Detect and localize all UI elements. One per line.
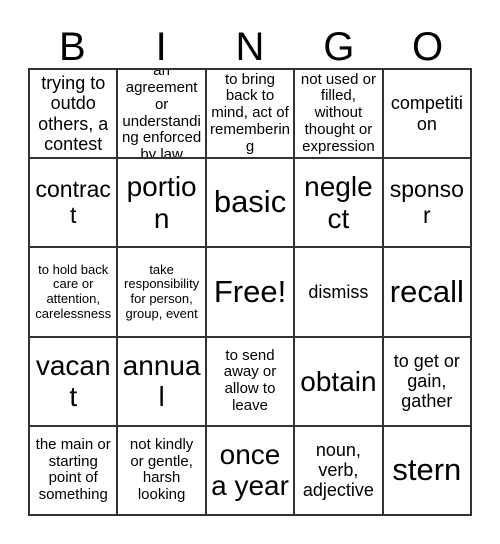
bingo-row-4: vacant annual to send away or allow to l… <box>30 337 473 427</box>
bingo-cell-text: annual <box>122 349 201 413</box>
bingo-cell-text: vacant <box>35 349 111 413</box>
bingo-cell-o2[interactable]: sponsor <box>383 159 473 249</box>
bingo-row-2: contract portion basic neglect sponsor <box>30 159 473 249</box>
bingo-cell-b3[interactable]: to hold back care or attention, careless… <box>30 248 119 338</box>
bingo-cell-text: recall <box>389 273 464 309</box>
bingo-cell-text: portion <box>126 171 197 234</box>
bingo-cell-free-space[interactable]: Free! <box>206 248 296 338</box>
bingo-cell-text: contract <box>35 176 111 228</box>
bingo-cell-text: basic <box>213 184 287 220</box>
bingo-cell-b5[interactable]: the main or starting point of something <box>30 426 119 517</box>
bingo-card: B I N G O trying to outdo others, a cont… <box>0 0 500 544</box>
bingo-header-row: B I N G O <box>28 18 472 68</box>
bingo-cell-text: dismiss <box>308 281 369 302</box>
bingo-cell-n1[interactable]: to bring back to mind, act of rememberin… <box>206 70 296 160</box>
bingo-header-letter-b: B <box>59 25 86 69</box>
bingo-row-1: trying to outdo others, a contest an agr… <box>30 70 473 160</box>
bingo-cell-g4[interactable]: obtain <box>295 337 384 427</box>
bingo-cell-g2[interactable]: neglect <box>295 159 384 249</box>
bingo-cell-g3[interactable]: dismiss <box>295 248 384 338</box>
bingo-cell-b4[interactable]: vacant <box>30 337 119 427</box>
bingo-cell-text: an agreement or understanding enforced b… <box>121 70 202 160</box>
bingo-cell-o4[interactable]: to get or gain, gather <box>383 337 473 427</box>
bingo-cell-b2[interactable]: contract <box>30 159 119 249</box>
bingo-header-letter-i: I <box>155 25 167 69</box>
bingo-row-5: the main or starting point of something … <box>30 426 473 517</box>
bingo-cell-text: noun, verb, adjective <box>302 440 374 501</box>
bingo-cell-text: stern <box>392 452 462 488</box>
bingo-cell-text: once a year <box>211 439 289 502</box>
bingo-cell-g5[interactable]: noun, verb, adjective <box>295 426 384 517</box>
bingo-cell-o5[interactable]: stern <box>383 426 473 517</box>
bingo-cell-i2[interactable]: portion <box>118 159 207 249</box>
bingo-grid: trying to outdo others, a contest an agr… <box>28 68 473 517</box>
bingo-cell-text: competition <box>390 93 463 134</box>
bingo-cell-o3[interactable]: recall <box>383 248 473 338</box>
bingo-cell-text: to bring back to mind, act of rememberin… <box>210 70 291 155</box>
bingo-header-letter-g: G <box>323 25 355 69</box>
bingo-cell-text: not kindly or gentle, harsh looking <box>129 435 194 504</box>
bingo-cell-text: to send away or allow to leave <box>223 346 277 414</box>
bingo-cell-i1[interactable]: an agreement or understanding enforced b… <box>118 70 207 160</box>
bingo-cell-text: sponsor <box>389 176 464 228</box>
bingo-header-letter-n: N <box>235 25 265 69</box>
bingo-cell-text: neglect <box>304 171 373 234</box>
bingo-header-letter-o: O <box>412 25 444 69</box>
bingo-cell-n5[interactable]: once a year <box>206 426 296 517</box>
bingo-cell-b1[interactable]: trying to outdo others, a contest <box>30 70 119 160</box>
bingo-cell-g1[interactable]: not used or filled, without thought or e… <box>295 70 384 160</box>
bingo-cell-n2[interactable]: basic <box>206 159 296 249</box>
bingo-cell-text: to get or gain, gather <box>393 350 460 412</box>
bingo-cell-text: Free! <box>213 273 287 309</box>
bingo-cell-text: trying to outdo others, a contest <box>38 73 109 154</box>
bingo-cell-i3[interactable]: take responsibility for person, group, e… <box>118 248 207 338</box>
bingo-cell-text: the main or starting point of something <box>35 435 111 504</box>
bingo-cell-text: obtain <box>300 365 377 397</box>
bingo-cell-text: not used or filled, without thought or e… <box>300 70 376 155</box>
bingo-cell-text: take responsibility for person, group, e… <box>124 261 200 321</box>
bingo-cell-n4[interactable]: to send away or allow to leave <box>206 337 296 427</box>
bingo-cell-o1[interactable]: competition <box>383 70 473 160</box>
bingo-cell-text: to hold back care or attention, careless… <box>35 261 112 321</box>
bingo-cell-i4[interactable]: annual <box>118 337 207 427</box>
bingo-row-3: to hold back care or attention, careless… <box>30 248 473 338</box>
bingo-cell-i5[interactable]: not kindly or gentle, harsh looking <box>118 426 207 517</box>
